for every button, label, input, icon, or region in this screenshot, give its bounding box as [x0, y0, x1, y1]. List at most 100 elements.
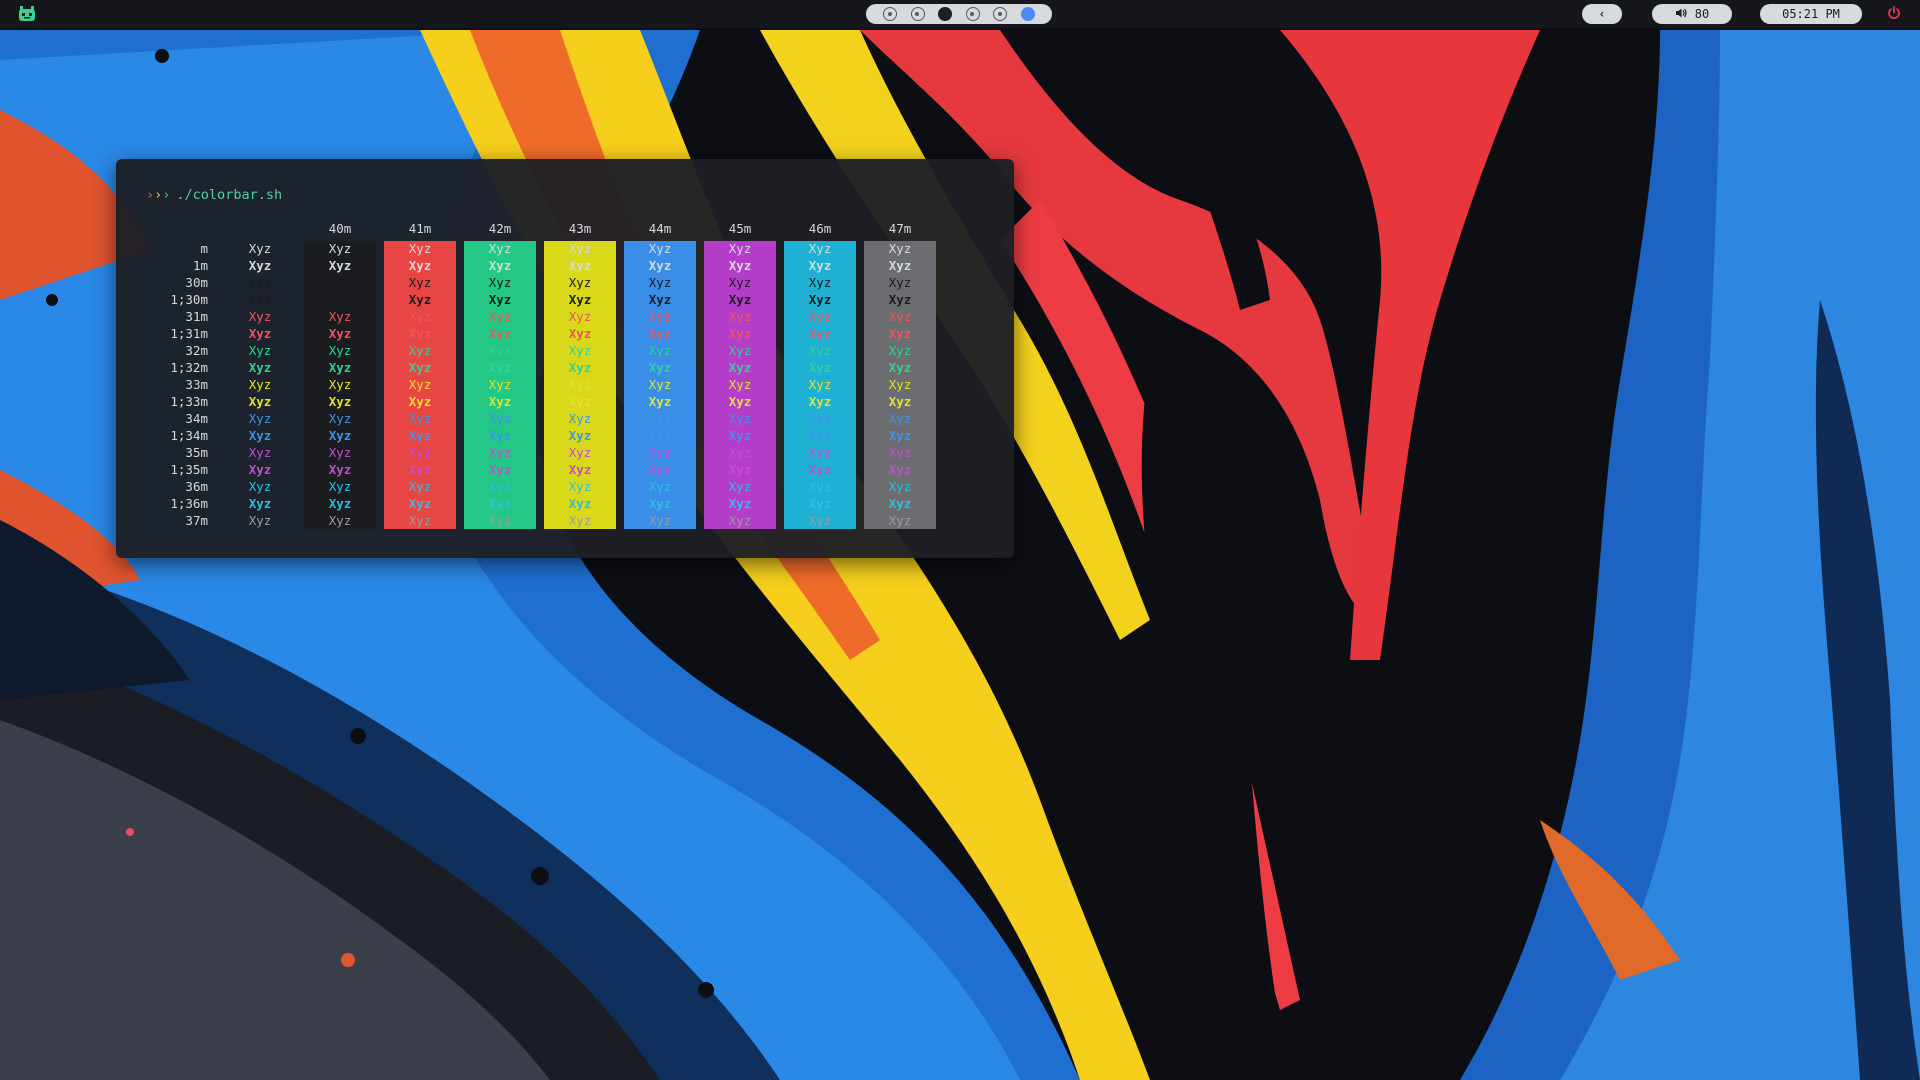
sample-cell: Xyz [408, 411, 432, 426]
workspace-5-icon[interactable] [993, 7, 1008, 21]
sample-cell: Xyz [728, 241, 752, 256]
sample-cell: Xyz [408, 241, 432, 256]
sample-cell: Xyz [408, 275, 432, 290]
sample-cell: Xyz [488, 343, 512, 358]
sample-cell: Xyz [808, 496, 832, 511]
clock[interactable]: 05:21 PM [1760, 4, 1862, 24]
sample-cell: Xyz [408, 394, 432, 409]
sample-cell: Xyz [488, 326, 512, 341]
colorbar-output: 40m 41m 42m 43m 44m 45m 46m 47m m Xyz Xyz Xyz Xyz Xyz… [116, 159, 1014, 558]
column-header: 44m [648, 221, 672, 236]
sample-cell: Xyz [808, 428, 832, 443]
sample-cell: Xyz [328, 343, 352, 358]
workspace-4-icon[interactable] [965, 7, 980, 21]
sample-cell: Xyz [808, 394, 832, 409]
sample-cell: Xyz [248, 445, 272, 460]
volume-value: 80 [1694, 7, 1710, 21]
sample-cell: Xyz [808, 343, 832, 358]
row-label: m [200, 241, 208, 256]
power-icon[interactable] [1887, 6, 1901, 23]
sample-cell: Xyz [648, 275, 672, 290]
volume-indicator[interactable]: 80 [1652, 4, 1732, 24]
sample-cell: Xyz [408, 496, 432, 511]
sample-cell: Xyz [728, 309, 752, 324]
sample-cell: Xyz [888, 377, 912, 392]
sample-cell: Xyz [728, 258, 752, 273]
sample-cell: Xyz [568, 496, 592, 511]
sample-cell: Xyz [648, 479, 672, 494]
sample-cell: Xyz [248, 462, 272, 477]
terminal-window[interactable]: ››› ./colorbar.sh 40m 41m 42m 43m 44m 45m 46m 47… [116, 159, 1014, 558]
sample-cell: Xyz [808, 513, 832, 528]
chevron-left-icon: ‹ [1598, 7, 1606, 21]
sample-cell: Xyz [328, 479, 352, 494]
sample-cell: Xyz [248, 326, 272, 341]
sample-cell: Xyz [888, 275, 912, 290]
sample-cell: Xyz [488, 479, 512, 494]
sample-cell: Xyz [808, 360, 832, 375]
sample-cell: Xyz [648, 411, 672, 426]
sample-cell: Xyz [888, 241, 912, 256]
sample-cell: Xyz [248, 343, 272, 358]
workspace-6-icon[interactable] [1020, 7, 1035, 21]
sample-cell: Xyz [648, 428, 672, 443]
clock-time: 05:21 PM [1782, 7, 1840, 21]
sample-cell: Xyz [488, 258, 512, 273]
sample-cell: Xyz [808, 411, 832, 426]
sample-cell: Xyz [488, 241, 512, 256]
sample-cell: Xyz [328, 258, 352, 273]
row-label: 30m [185, 275, 208, 290]
row-label: 1m [192, 258, 208, 273]
sample-cell: Xyz [408, 343, 432, 358]
row-label: 34m [185, 411, 208, 426]
sample-cell: Xyz [568, 428, 592, 443]
sample-cell: Xyz [728, 377, 752, 392]
sample-cell: Xyz [808, 275, 832, 290]
sample-cell: Xyz [328, 326, 352, 341]
sample-cell: Xyz [568, 479, 592, 494]
sample-cell: Xyz [328, 241, 352, 256]
sample-cell: Xyz [408, 360, 432, 375]
workspace-2-icon[interactable] [910, 7, 925, 21]
sample-cell: Xyz [408, 445, 432, 460]
sample-cell: Xyz [328, 428, 352, 443]
sample-cell: Xyz [408, 377, 432, 392]
sample-cell: Xyz [808, 241, 832, 256]
sample-cell: Xyz [808, 445, 832, 460]
sample-cell: Xyz [568, 445, 592, 460]
sample-cell: Xyz [248, 479, 272, 494]
column-header: 42m [488, 221, 512, 236]
sample-cell: Xyz [888, 428, 912, 443]
sample-cell: Xyz [248, 513, 272, 528]
column-header: 43m [568, 221, 592, 236]
sample-cell: Xyz [488, 275, 512, 290]
sample-cell: Xyz [728, 445, 752, 460]
sample-cell: Xyz [648, 377, 672, 392]
sample-cell: Xyz [328, 394, 352, 409]
sample-cell: Xyz [328, 513, 352, 528]
workspace-3-icon[interactable] [938, 7, 953, 21]
sample-cell: Xyz [648, 394, 672, 409]
sample-cell: Xyz [648, 258, 672, 273]
row-label: 1;32m [170, 360, 208, 375]
sample-cell: Xyz [248, 394, 272, 409]
sample-cell: Xyz [888, 258, 912, 273]
app-launcher-icon[interactable] [18, 6, 36, 25]
sample-cell: Xyz [648, 462, 672, 477]
sample-cell: Xyz [488, 360, 512, 375]
sample-cell: Xyz [888, 326, 912, 341]
tray-toggle-button[interactable]: ‹ [1582, 4, 1622, 24]
sample-cell: Xyz [728, 513, 752, 528]
sample-cell: Xyz [648, 241, 672, 256]
sample-cell: Xyz [488, 445, 512, 460]
sample-cell: Xyz [728, 394, 752, 409]
workspace-1-icon[interactable] [883, 7, 898, 21]
sample-cell: Xyz [488, 377, 512, 392]
row-label: 1;33m [170, 394, 208, 409]
sample-cell: Xyz [648, 309, 672, 324]
sample-cell: Xyz [808, 479, 832, 494]
row-label: 31m [185, 309, 208, 324]
sample-cell: Xyz [888, 513, 912, 528]
sample-cell: Xyz [248, 292, 272, 307]
top-panel: ‹ 80 05:21 PM [0, 0, 1920, 28]
